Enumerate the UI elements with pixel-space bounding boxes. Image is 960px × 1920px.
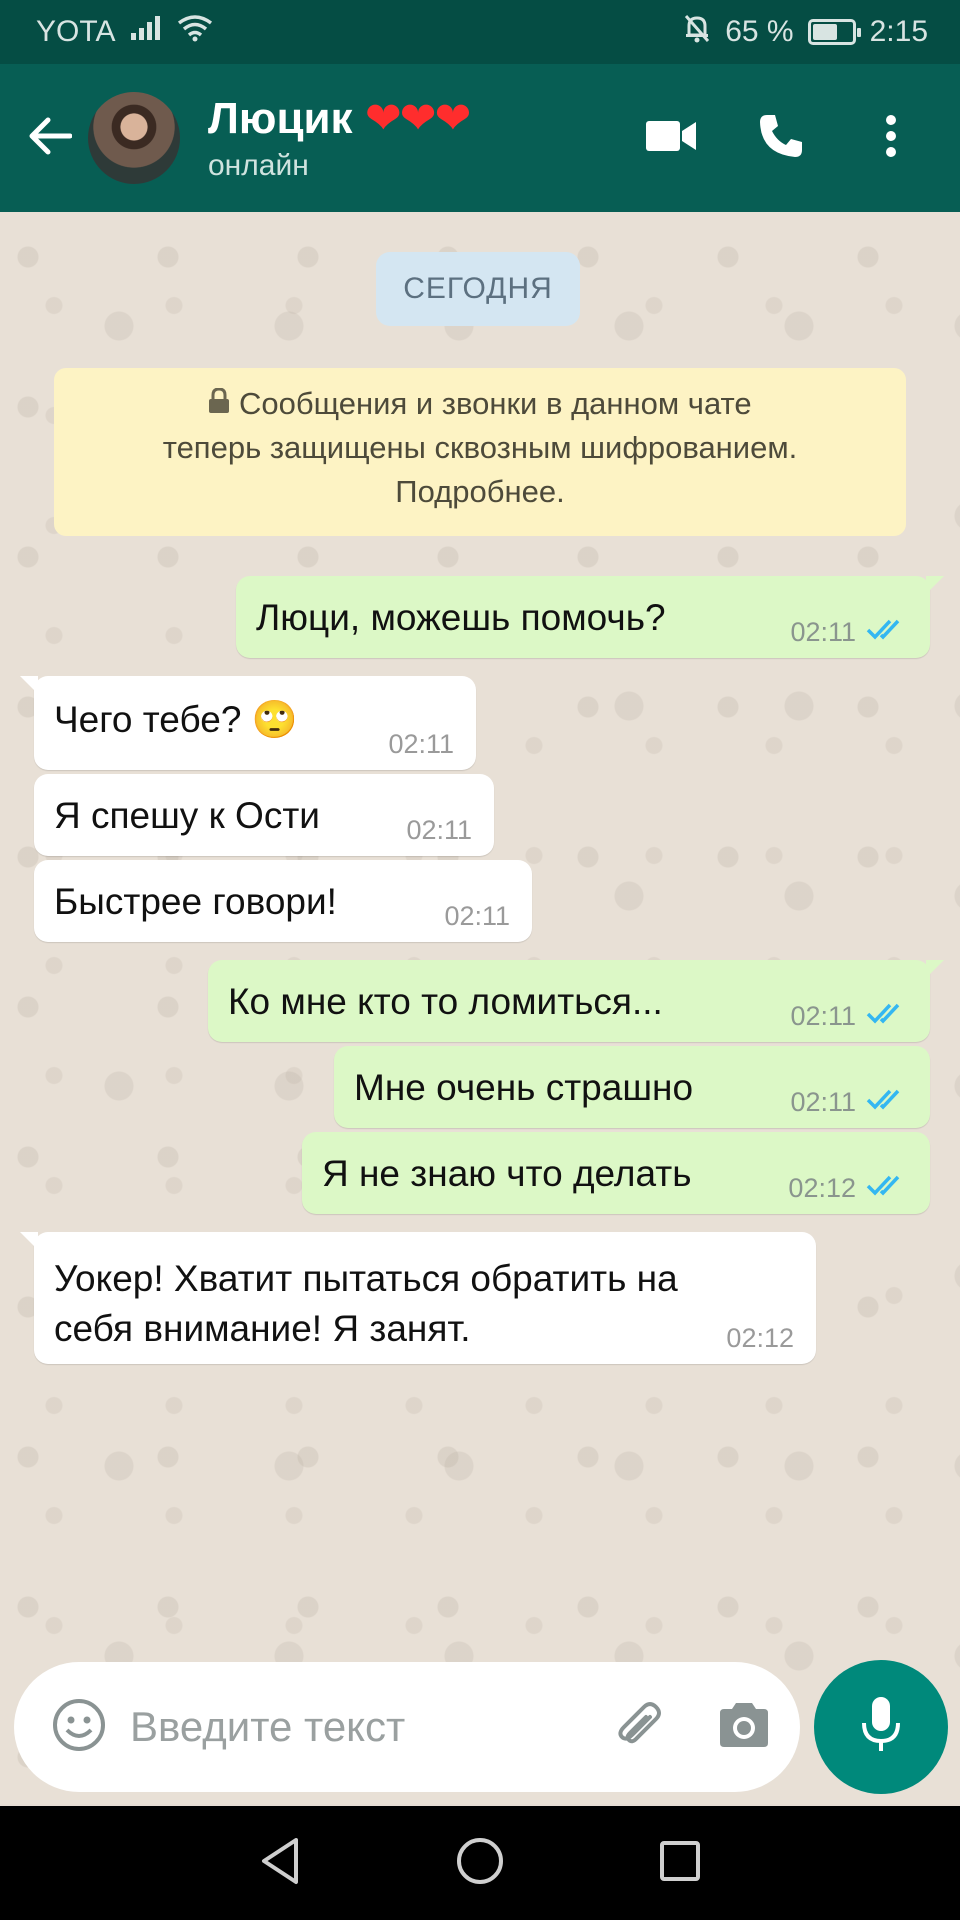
carrier-label: YOTA bbox=[36, 15, 116, 48]
nav-recents-button[interactable] bbox=[635, 1818, 725, 1908]
attach-button[interactable] bbox=[600, 1687, 680, 1767]
message-text: Я спешу к Ости bbox=[54, 795, 320, 836]
contact-avatar[interactable] bbox=[88, 92, 180, 184]
wifi-icon bbox=[177, 14, 213, 50]
message-incoming[interactable]: Я спешу к Ости 02:11 bbox=[34, 774, 494, 856]
status-right: 65 % 2:15 bbox=[683, 13, 928, 51]
status-bar: YOTA 65 % 2:15 bbox=[0, 0, 960, 64]
emoji-button[interactable] bbox=[44, 1692, 114, 1762]
system-nav-bar bbox=[0, 1806, 960, 1920]
message-meta: 02:12 bbox=[726, 1323, 794, 1354]
contact-status: онлайн bbox=[208, 149, 309, 182]
encryption-notice-link[interactable]: Подробнее. bbox=[54, 470, 906, 514]
more-options-button[interactable] bbox=[836, 88, 946, 188]
nav-back-button[interactable] bbox=[235, 1818, 325, 1908]
message-text: Люци, можешь помочь? bbox=[256, 597, 666, 638]
message-meta: 02:11 bbox=[790, 617, 908, 648]
message-time: 02:12 bbox=[788, 1173, 856, 1203]
contact-name-text: Люцик bbox=[208, 94, 353, 143]
message-meta: 02:11 bbox=[388, 729, 454, 760]
square-recents-icon bbox=[658, 1839, 702, 1888]
header-actions bbox=[616, 88, 946, 188]
muted-bell-icon bbox=[683, 13, 711, 51]
nav-home-button[interactable] bbox=[435, 1818, 525, 1908]
chat-header: Люцик ❤❤❤ онлайн bbox=[0, 64, 960, 212]
camera-icon bbox=[716, 1701, 772, 1754]
paperclip-icon bbox=[612, 1697, 668, 1758]
message-text: Быстрее говори! bbox=[54, 881, 337, 922]
message-time: 02:11 bbox=[406, 815, 472, 845]
encryption-notice-line1: Сообщения и звонки в данном чате bbox=[54, 382, 906, 426]
message-time: 02:11 bbox=[790, 1001, 856, 1031]
contact-info[interactable]: Люцик ❤❤❤ онлайн bbox=[208, 93, 616, 183]
message-outgoing[interactable]: Я не знаю что делать 02:12 bbox=[302, 1132, 930, 1214]
message-incoming[interactable]: Уокер! Хватит пытаться обратить на себя … bbox=[20, 1232, 816, 1364]
more-vert-icon bbox=[884, 114, 898, 163]
message-text: Чего тебе? 🙄 bbox=[54, 699, 298, 740]
video-call-icon bbox=[645, 119, 697, 158]
voice-call-button[interactable] bbox=[726, 88, 836, 188]
message-meta: 02:11 bbox=[790, 1001, 908, 1032]
message-text: Мне очень страшно bbox=[354, 1067, 694, 1108]
battery-percent: 65 % bbox=[725, 15, 794, 48]
clock: 2:15 bbox=[869, 15, 928, 48]
message-incoming[interactable]: Чего тебе? 🙄 02:11 bbox=[20, 676, 476, 770]
contact-name: Люцик ❤❤❤ bbox=[208, 93, 616, 145]
read-ticks-icon bbox=[866, 1087, 908, 1118]
read-ticks-icon bbox=[866, 617, 908, 648]
message-input[interactable] bbox=[130, 1703, 600, 1751]
read-ticks-icon bbox=[866, 1173, 908, 1204]
message-outgoing[interactable]: Мне очень страшно 02:11 bbox=[334, 1046, 930, 1128]
circle-home-icon bbox=[455, 1836, 505, 1891]
voice-record-button[interactable] bbox=[814, 1660, 948, 1794]
message-text: Я не знаю что делать bbox=[322, 1153, 692, 1194]
message-time: 02:11 bbox=[790, 617, 856, 647]
back-arrow-icon bbox=[26, 116, 73, 161]
message-time: 02:11 bbox=[388, 729, 454, 759]
signal-icon bbox=[129, 15, 163, 49]
message-time: 02:11 bbox=[790, 1087, 856, 1117]
encryption-notice[interactable]: Сообщения и звонки в данном чате теперь … bbox=[54, 368, 906, 536]
message-text: Ко мне кто то ломиться... bbox=[228, 981, 663, 1022]
message-meta: 02:12 bbox=[788, 1173, 908, 1204]
message-meta: 02:11 bbox=[790, 1087, 908, 1118]
back-button[interactable] bbox=[14, 88, 84, 188]
message-meta: 02:11 bbox=[444, 901, 510, 932]
message-time: 02:11 bbox=[444, 901, 510, 931]
heart-emojis: ❤❤❤ bbox=[364, 94, 472, 143]
read-ticks-icon bbox=[866, 1001, 908, 1032]
triangle-back-icon bbox=[258, 1836, 302, 1891]
message-text: Уокер! Хватит пытаться обратить на себя … bbox=[54, 1258, 678, 1349]
phone-icon bbox=[757, 112, 805, 165]
chat-area[interactable]: СЕГОДНЯ Сообщения и звонки в данном чате… bbox=[0, 212, 960, 1804]
battery-icon bbox=[807, 19, 861, 45]
encryption-notice-line2: теперь защищены сквозным шифрованием. bbox=[162, 430, 798, 465]
message-outgoing[interactable]: Ко мне кто то ломиться... 02:11 bbox=[208, 960, 944, 1042]
mic-icon bbox=[859, 1695, 903, 1760]
message-incoming[interactable]: Быстрее говори! 02:11 bbox=[34, 860, 532, 942]
date-chip: СЕГОДНЯ bbox=[376, 252, 580, 326]
message-outgoing[interactable]: Люци, можешь помочь? 02:11 bbox=[236, 576, 944, 658]
message-time: 02:12 bbox=[726, 1323, 794, 1353]
status-left: YOTA bbox=[36, 14, 213, 50]
message-meta: 02:11 bbox=[406, 815, 472, 846]
message-input-bar bbox=[14, 1662, 800, 1792]
lock-icon bbox=[208, 386, 239, 421]
camera-button[interactable] bbox=[704, 1687, 784, 1767]
video-call-button[interactable] bbox=[616, 88, 726, 188]
emoji-icon bbox=[52, 1698, 106, 1757]
battery-level bbox=[812, 24, 838, 40]
